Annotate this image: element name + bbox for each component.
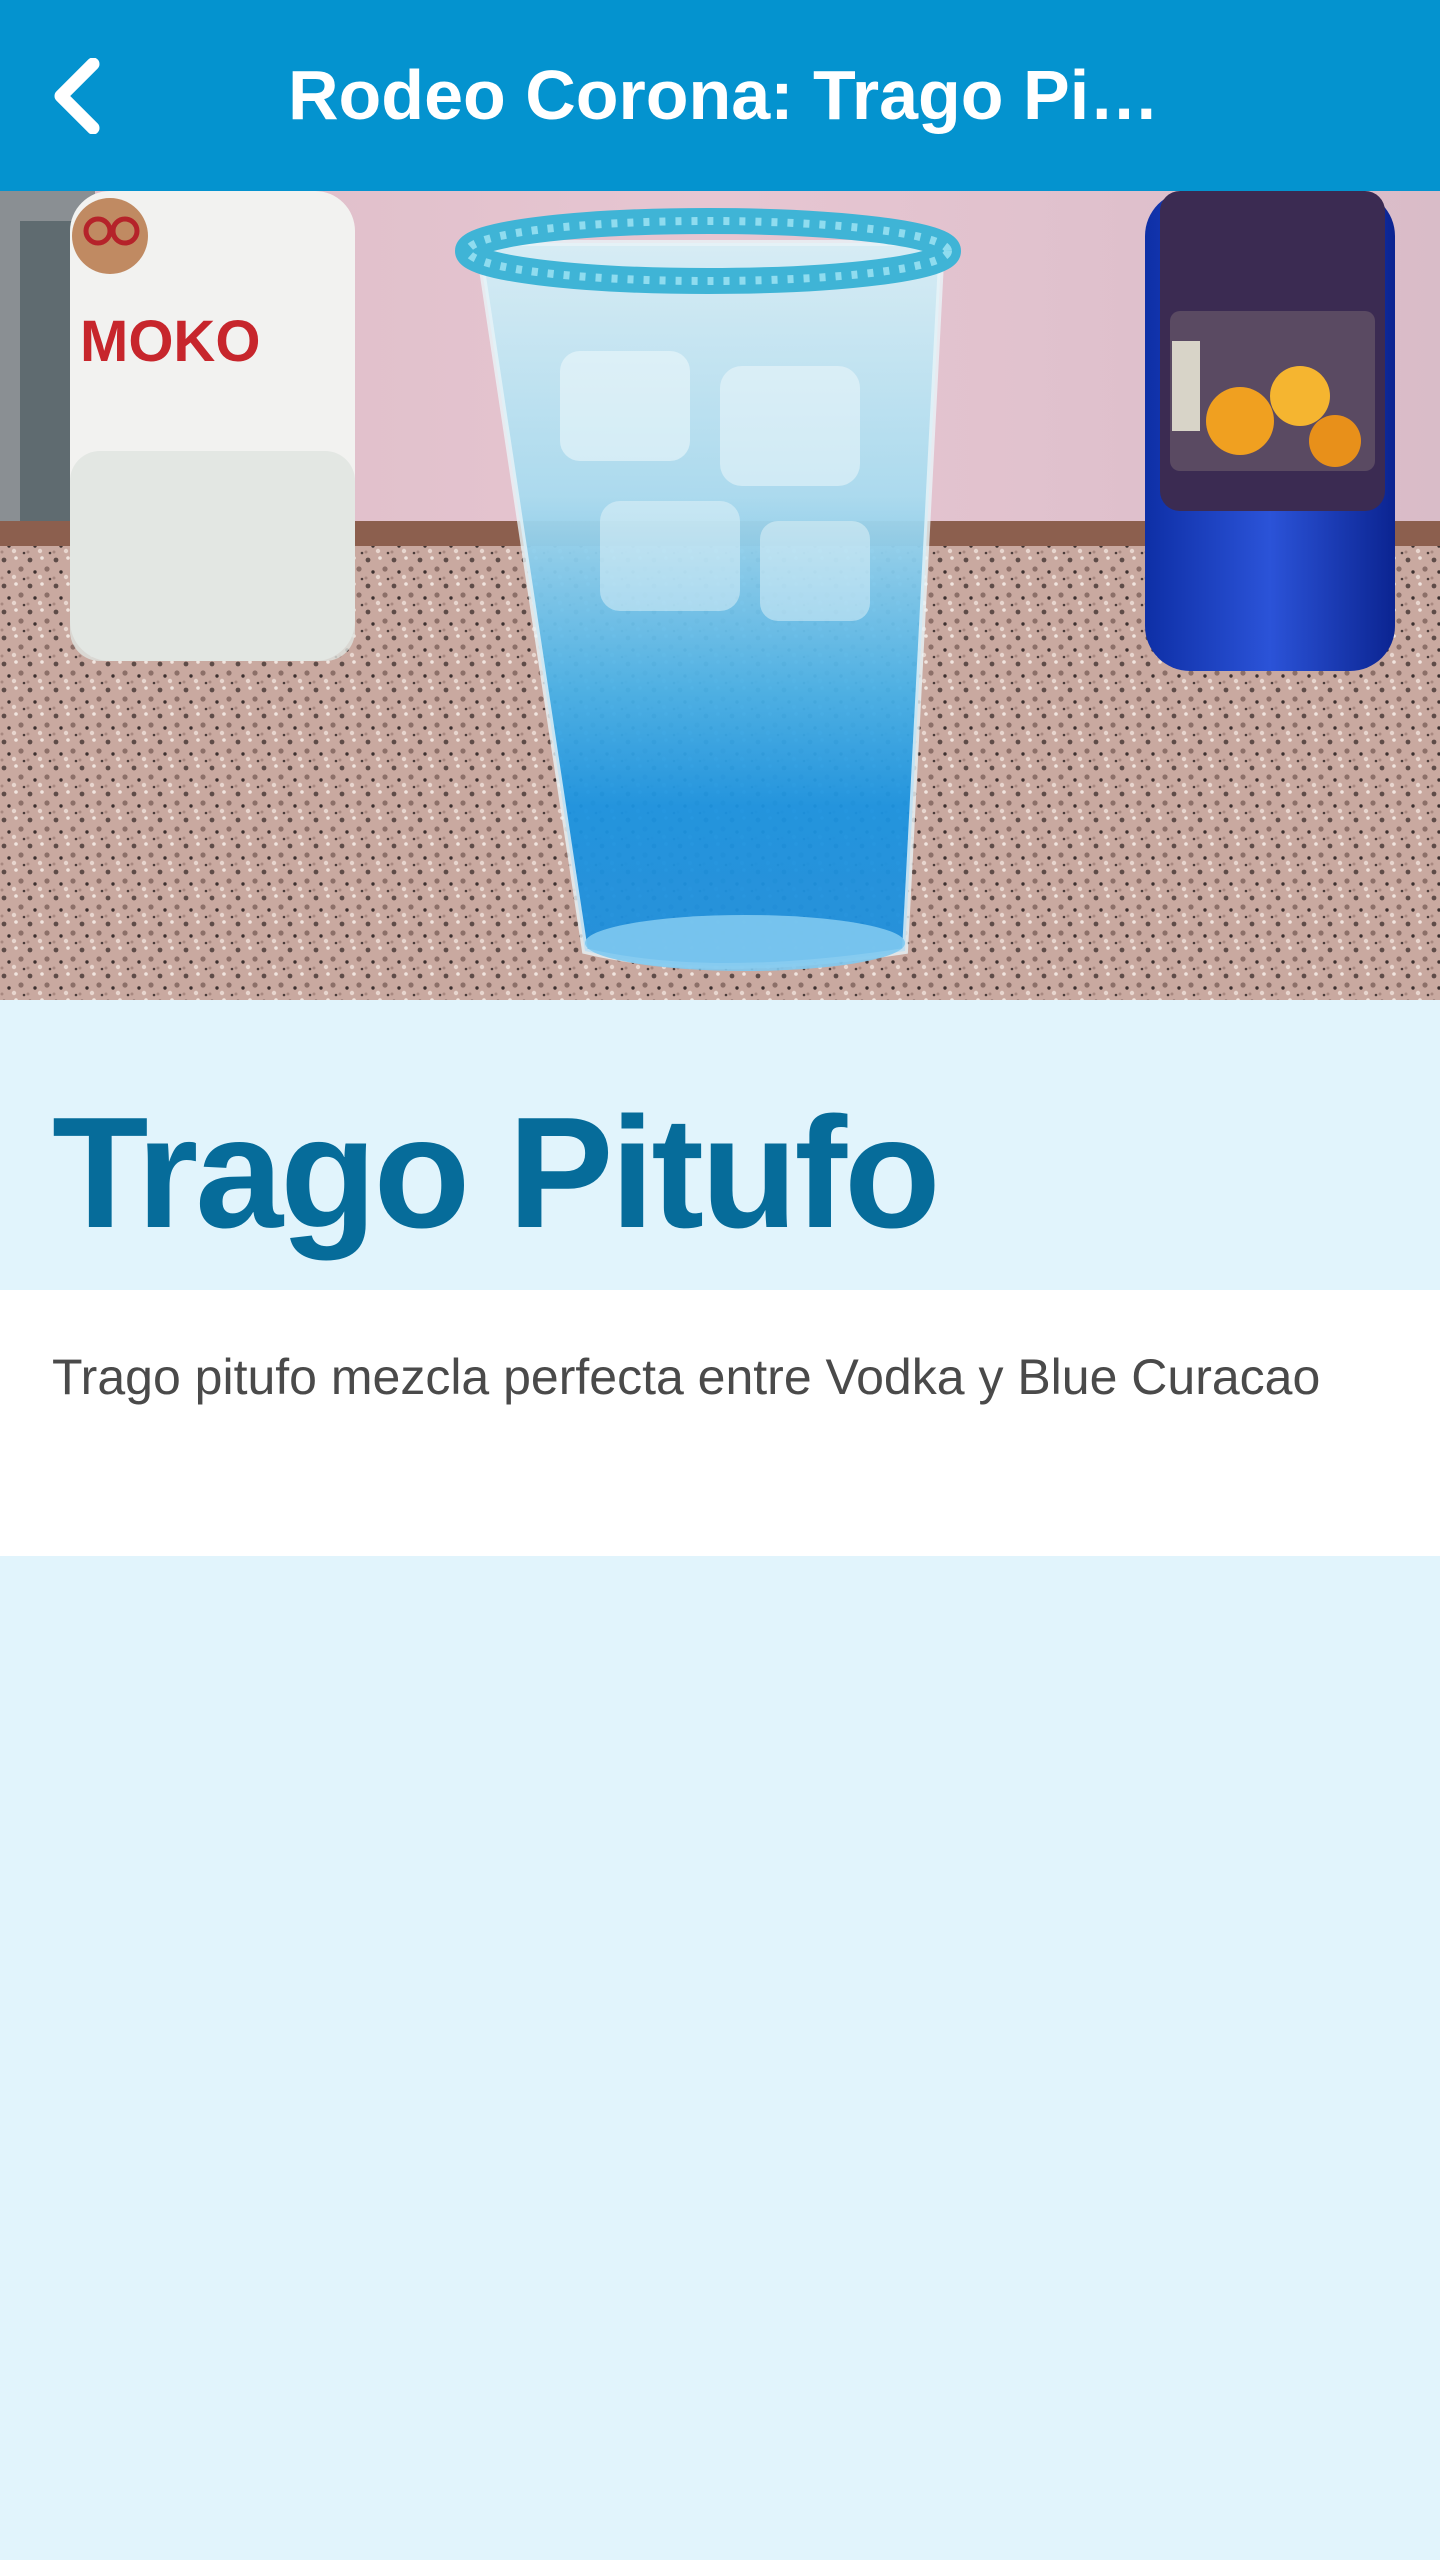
back-button[interactable]	[22, 38, 132, 154]
app-bar-title: Rodeo Corona: Trago Pit…	[288, 56, 1168, 134]
chevron-left-icon	[54, 58, 100, 134]
recipe-title: Trago Pitufo	[52, 1085, 941, 1261]
hero-image: MOKO	[0, 191, 1440, 1000]
recipe-description: Trago pitufo mezcla perfecta entre Vodka…	[52, 1349, 1321, 1405]
description-card: Trago pitufo mezcla perfecta entre Vodka…	[0, 1290, 1440, 1556]
svg-text:MOKO: MOKO	[80, 309, 260, 374]
title-section: Trago Pitufo	[0, 1000, 1440, 1290]
app-bar: Rodeo Corona: Trago Pit…	[0, 0, 1440, 191]
